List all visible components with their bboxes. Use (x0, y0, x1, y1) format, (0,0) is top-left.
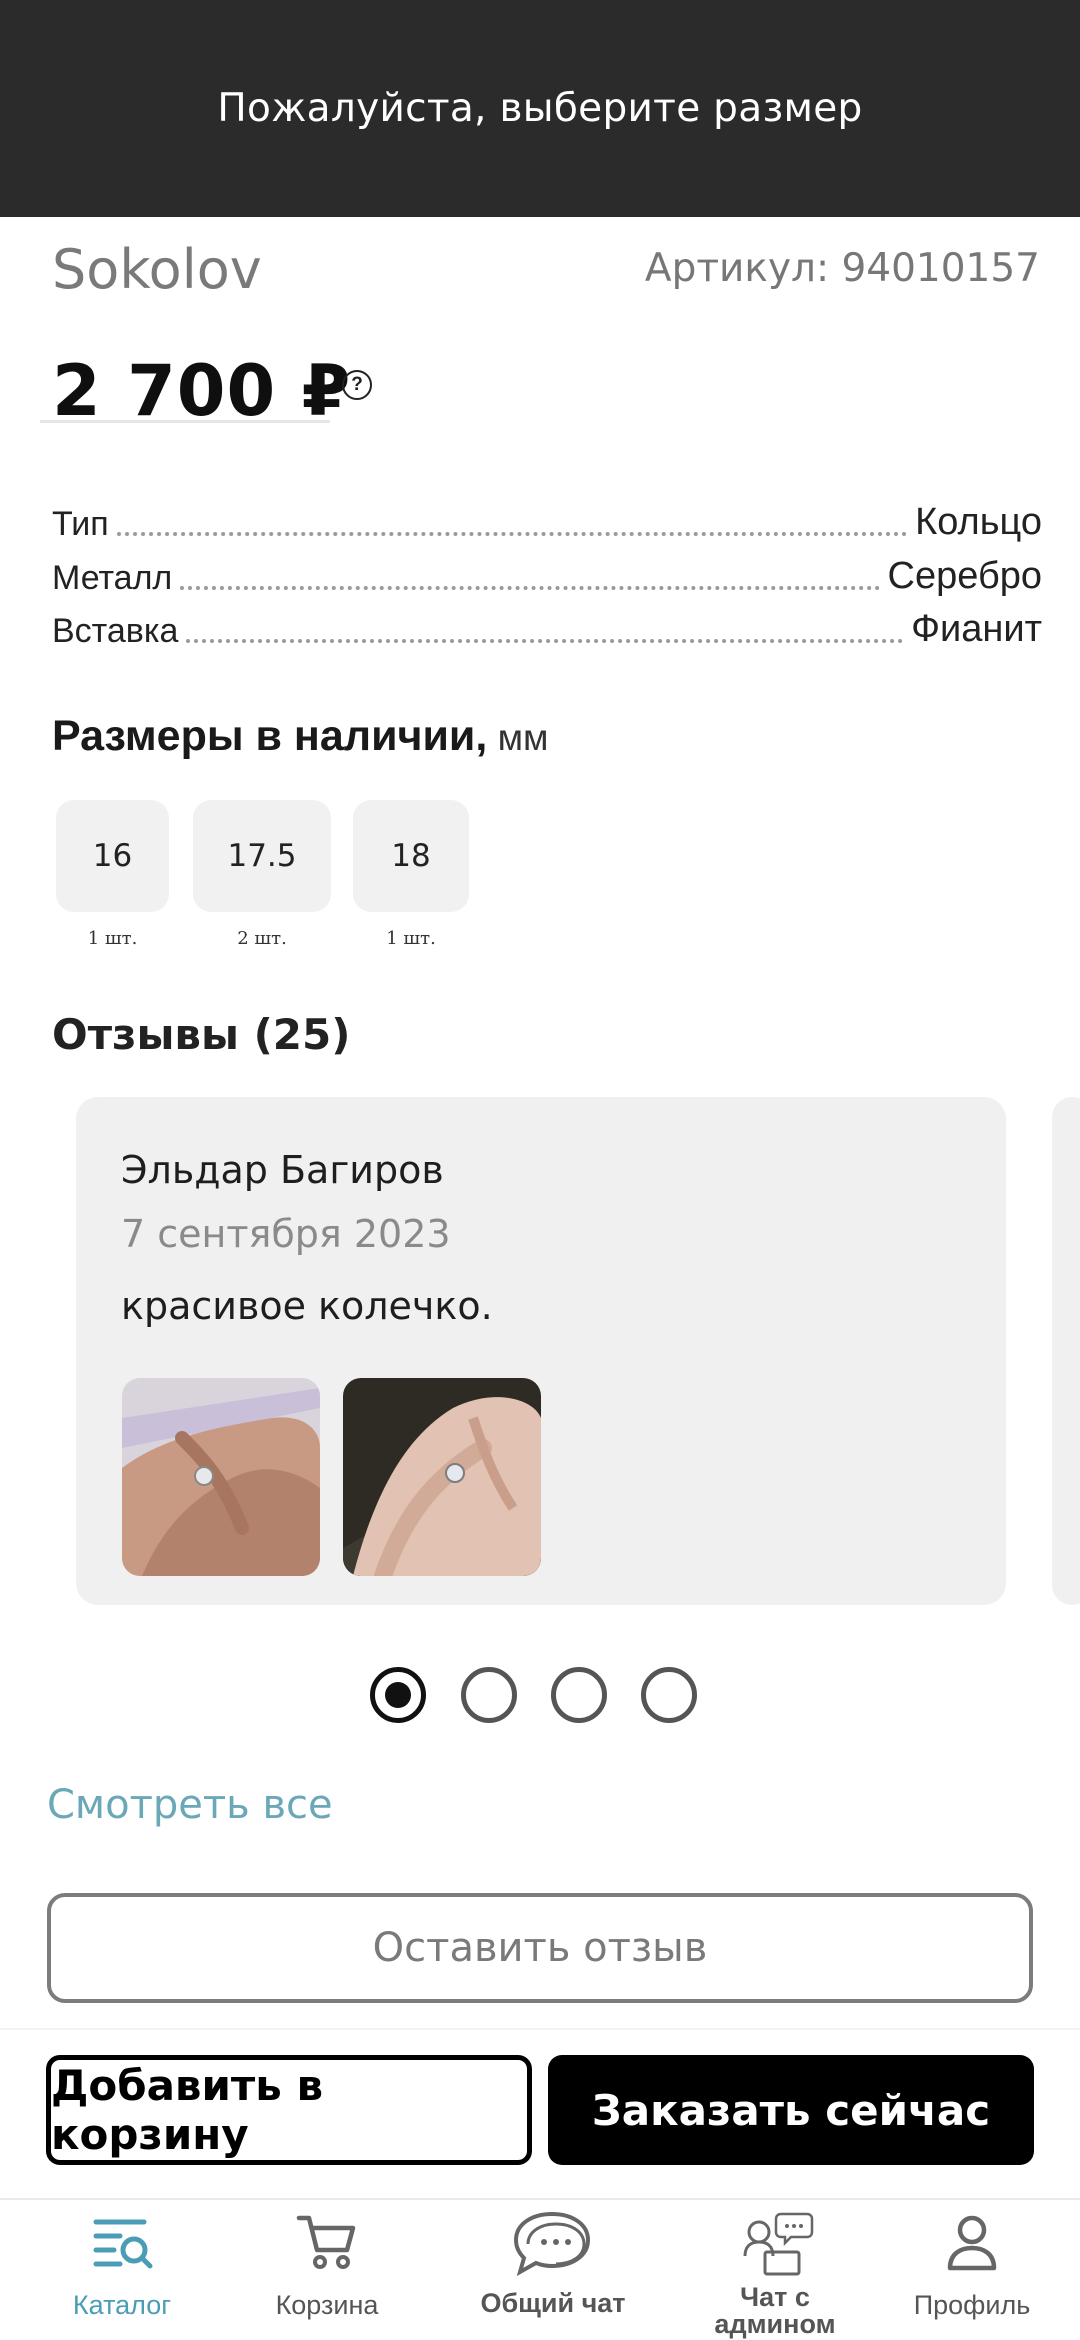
question-circle-icon[interactable]: ? (342, 370, 372, 400)
price-divider (40, 420, 330, 423)
reviews-title: Отзывы (25) (52, 1010, 351, 1059)
spec-dots (116, 532, 908, 536)
tab-general-chat[interactable]: Общий чат (453, 2210, 653, 2338)
tab-label: Каталог (72, 2290, 172, 2320)
sizes-title-text: Размеры в наличии, (52, 712, 488, 760)
see-all-reviews-link[interactable]: Смотреть все (47, 1782, 333, 1828)
toast-notification: Пожалуйста, выберите размер (0, 0, 1080, 217)
leave-review-label: Оставить отзыв (372, 1925, 708, 1971)
tab-catalog[interactable]: Каталог (22, 2210, 222, 2338)
size-qty: 2 шт. (237, 928, 287, 949)
size-value: 17.5 (227, 838, 297, 874)
size-qty: 1 шт. (386, 928, 436, 949)
order-now-button[interactable]: Заказать сейчас (548, 2055, 1034, 2165)
tab-label: Профиль (913, 2290, 1031, 2320)
size-option-16[interactable]: 16 (56, 800, 169, 912)
sizes-unit: мм (487, 717, 549, 758)
spec-value: Серебро (887, 555, 1042, 597)
order-now-label: Заказать сейчас (591, 2085, 991, 2135)
size-option-18[interactable]: 18 (353, 800, 469, 912)
tab-label: Общий чат (480, 2288, 626, 2318)
spec-value: Фианит (911, 608, 1042, 650)
spec-row-metal: Металл Серебро (52, 548, 1042, 598)
review-text: красивое колечко. (121, 1284, 493, 1328)
tab-admin-chat[interactable]: Чат с админом (675, 2210, 875, 2338)
ring-on-hand-photo (122, 1378, 320, 1576)
review-photo[interactable] (122, 1378, 320, 1576)
sizes-title: Размеры в наличии, мм (52, 712, 548, 761)
catalog-search-icon (93, 2219, 153, 2269)
admin-chat-icon (743, 2212, 814, 2276)
review-date: 7 сентября 2023 (121, 1212, 451, 1256)
size-option-17-5[interactable]: 17.5 (193, 800, 331, 912)
article-number: Артикул: 94010157 (644, 246, 1040, 291)
size-value: 16 (92, 838, 133, 874)
tab-profile[interactable]: Профиль (872, 2210, 1072, 2338)
chat-bubble-icon (513, 2211, 591, 2277)
tab-cart[interactable]: Корзина (227, 2210, 427, 2338)
leave-review-button[interactable]: Оставить отзыв (47, 1893, 1033, 2003)
ring-on-hand-photo (343, 1378, 541, 1576)
pagination-dot-1[interactable] (370, 1667, 426, 1723)
spec-dots (180, 586, 880, 590)
brand-name: Sokolov (52, 238, 262, 301)
spec-dots (186, 639, 904, 643)
add-to-cart-label: Добавить в корзину (51, 2061, 324, 2159)
spec-key: Тип (52, 505, 109, 543)
pagination-dot-2[interactable] (461, 1667, 517, 1723)
tab-label: Чат с админом (714, 2282, 836, 2339)
spec-key: Металл (52, 559, 173, 597)
add-to-cart-button[interactable]: Добавить в корзину (46, 2055, 532, 2165)
review-author: Эльдар Багиров (121, 1148, 444, 1192)
spec-row-insert: Вставка Фианит (52, 601, 1042, 651)
pagination-dot-3[interactable] (551, 1667, 607, 1723)
size-qty: 1 шт. (87, 928, 138, 949)
toast-message: Пожалуйста, выберите размер (217, 86, 863, 131)
cart-icon (296, 2215, 356, 2269)
size-value: 18 (391, 838, 431, 874)
tab-label: Корзина (275, 2290, 379, 2320)
spec-row-type: Тип Кольцо (52, 494, 1042, 544)
review-card-next-peek[interactable] (1052, 1097, 1080, 1605)
profile-icon (947, 2215, 997, 2271)
spec-value: Кольцо (915, 501, 1042, 543)
spec-key: Вставка (52, 612, 179, 650)
pagination-dot-4[interactable] (641, 1667, 697, 1723)
review-photo[interactable] (343, 1378, 541, 1576)
